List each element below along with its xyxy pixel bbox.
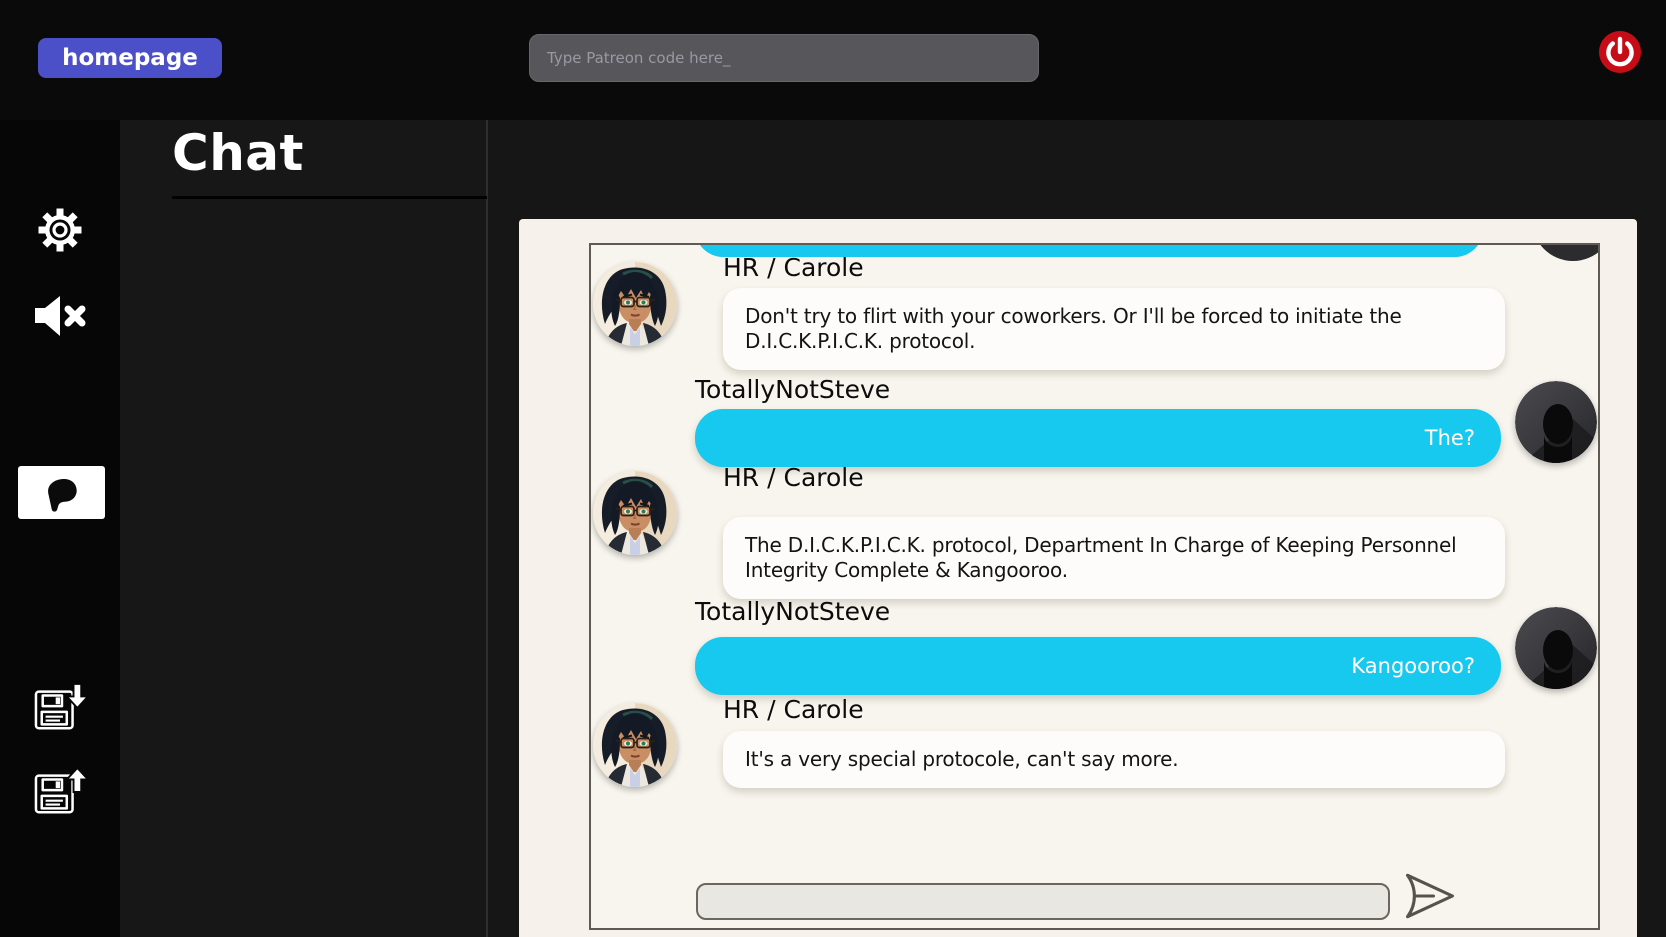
power-icon xyxy=(1598,62,1642,77)
chat-app-window: HR / Carole Don't try to flirt with your… xyxy=(519,219,1637,937)
message-bubble: The? xyxy=(695,409,1501,467)
author-name: HR / Carole xyxy=(723,253,864,283)
patreon-code-input[interactable] xyxy=(529,34,1039,82)
author-name: TotallyNotSteve xyxy=(695,375,890,405)
panel-divider xyxy=(486,120,488,937)
tab-chat[interactable]: Chat xyxy=(172,124,304,182)
carole-avatar xyxy=(593,703,677,787)
gear-icon xyxy=(36,242,84,257)
mute-sound-button[interactable] xyxy=(33,293,87,339)
author-name: TotallyNotSteve xyxy=(695,597,890,627)
steve-avatar xyxy=(1515,381,1597,463)
carole-avatar xyxy=(593,262,677,346)
chat-tab-panel xyxy=(120,120,486,937)
message-bubble: Don't try to flirt with your coworkers. … xyxy=(723,288,1505,370)
patreon-button[interactable] xyxy=(18,466,105,519)
load-game-button[interactable] xyxy=(32,766,90,818)
floppy-save-icon xyxy=(32,722,90,737)
send-icon xyxy=(1401,909,1459,924)
message-bubble: It's a very special protocole, can't say… xyxy=(723,731,1505,788)
author-name: HR / Carole xyxy=(723,695,864,725)
settings-button[interactable] xyxy=(36,206,84,254)
speaker-muted-icon xyxy=(33,327,87,342)
chat-tab-underline xyxy=(172,196,487,199)
quit-power-button[interactable] xyxy=(1598,30,1642,74)
carole-avatar xyxy=(593,471,677,555)
message-scroll-area[interactable]: HR / Carole Don't try to flirt with your… xyxy=(589,243,1600,930)
message-bubble: The D.I.C.K.P.I.C.K. protocol, Departmen… xyxy=(723,517,1505,599)
game-screen: homepage Chat xyxy=(0,0,1666,937)
floppy-load-icon xyxy=(32,806,90,821)
author-name: HR / Carole xyxy=(723,463,864,493)
steve-avatar xyxy=(1515,607,1597,689)
chat-message-input[interactable] xyxy=(696,883,1390,920)
message-bubble: Kangooroo? xyxy=(695,637,1501,695)
homepage-button[interactable]: homepage xyxy=(38,38,222,78)
send-message-button[interactable] xyxy=(1401,871,1459,921)
save-game-button[interactable] xyxy=(32,682,90,734)
partial-avatar xyxy=(1532,243,1600,261)
patreon-logo-icon xyxy=(41,472,83,514)
